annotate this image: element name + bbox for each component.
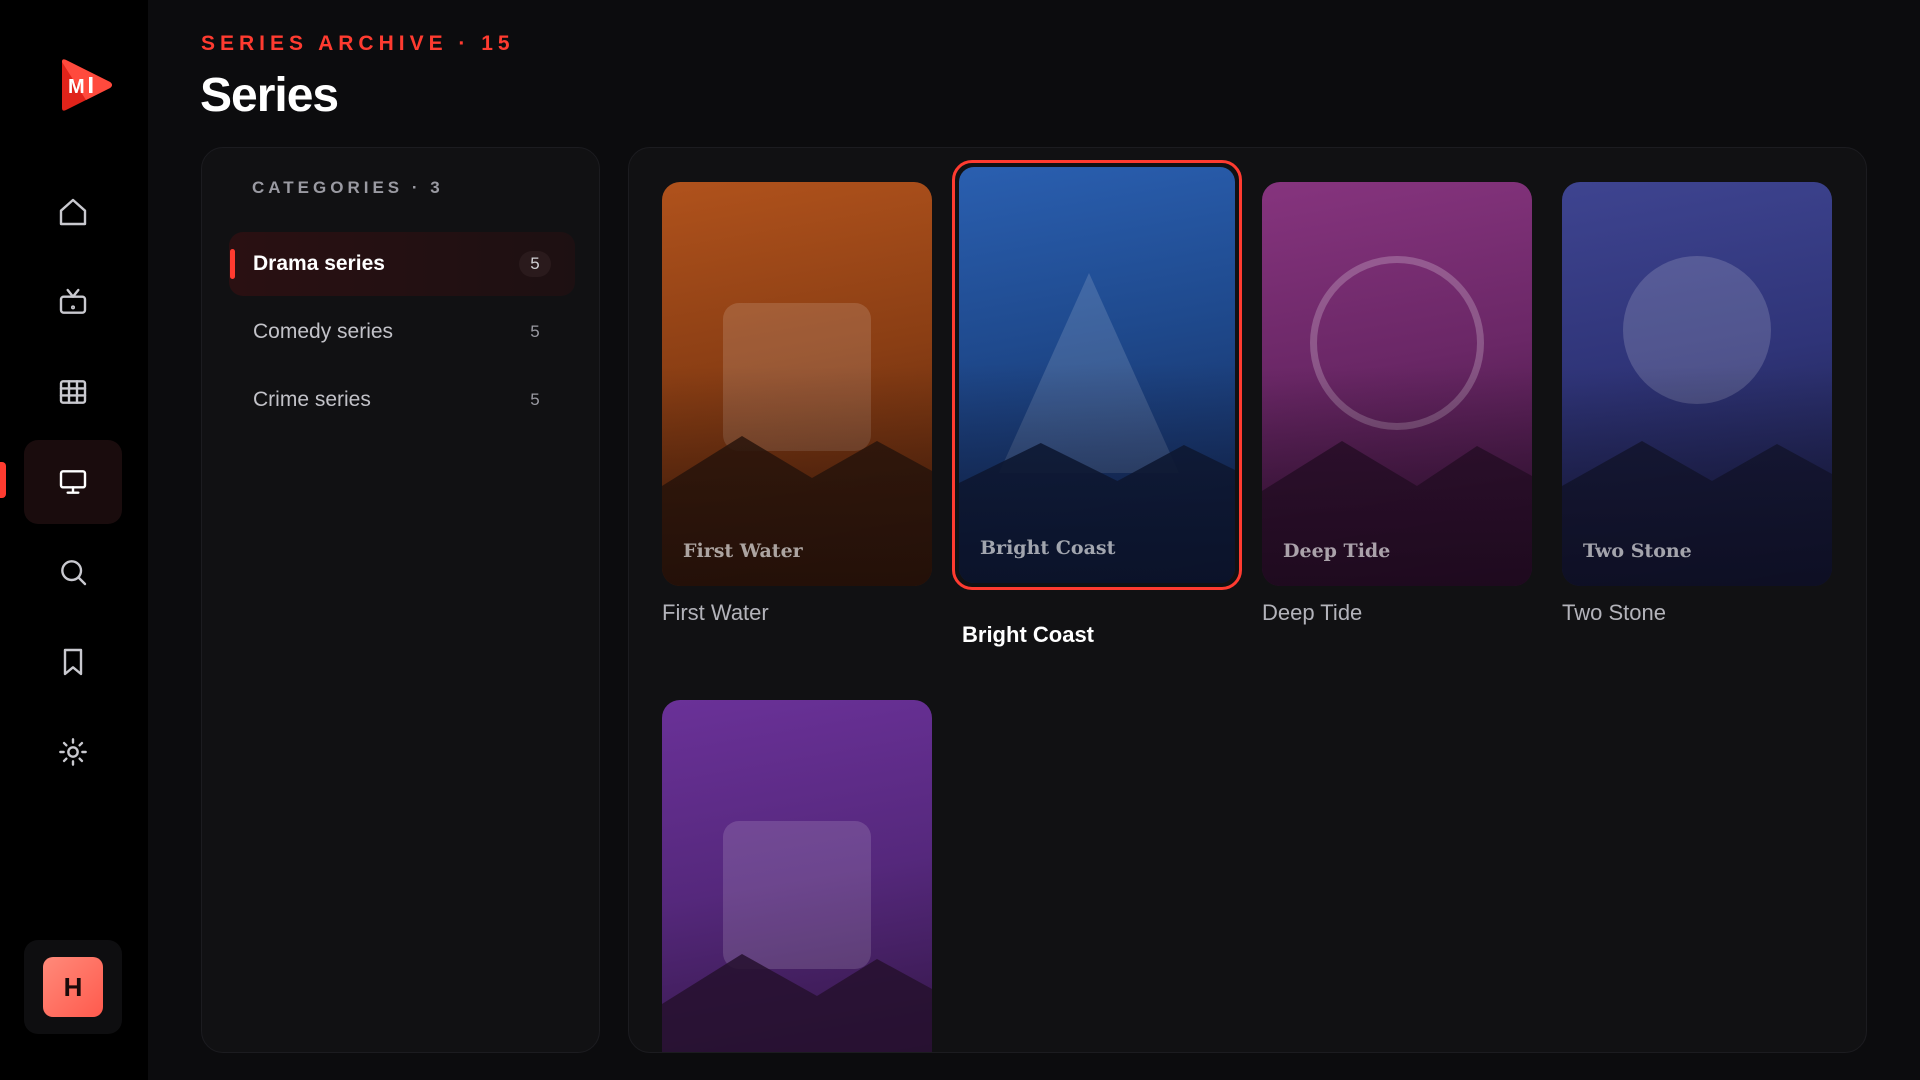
nav-live-tv[interactable] [24, 260, 122, 344]
poster-art-square [723, 821, 871, 969]
tv-icon [59, 288, 87, 314]
series-grid: First Water First Water Bright Coast Bri… [628, 147, 1867, 1053]
category-count: 5 [519, 251, 551, 277]
grid-icon [59, 380, 87, 404]
nav-bookmarks[interactable] [24, 620, 122, 704]
nav-settings[interactable] [24, 710, 122, 794]
category-count: 5 [530, 322, 540, 341]
home-icon [59, 198, 87, 226]
category-label: Crime series [253, 388, 371, 411]
series-card-5[interactable] [662, 700, 932, 1052]
focus-ring: Bright Coast [952, 160, 1242, 590]
poster-mountains [662, 954, 932, 1052]
poster-title: Deep Tide [1283, 540, 1391, 562]
poster-title: Two Stone [1583, 540, 1692, 562]
series-card-two-stone[interactable]: Two Stone Two Stone [1562, 182, 1832, 626]
category-label: Comedy series [253, 320, 394, 343]
settings-icon [59, 738, 87, 766]
category-drama-series[interactable]: Drama series 5 [229, 232, 575, 296]
series-caption: Two Stone [1562, 600, 1666, 625]
poster-title: Bright Coast [980, 537, 1116, 559]
series-caption: Deep Tide [1262, 600, 1363, 625]
series-poster[interactable]: Bright Coast [959, 167, 1235, 583]
series-card-first-water[interactable]: First Water First Water [662, 182, 932, 626]
nav-series[interactable] [24, 440, 122, 524]
nav-active-indicator [0, 462, 6, 498]
avatar: H [43, 957, 103, 1017]
page-title: Series [200, 69, 339, 122]
section-eyebrow: SERIES ARCHIVE · 15 [201, 32, 515, 55]
search-icon [61, 560, 87, 586]
nav-rail: M H [0, 0, 148, 1080]
series-poster[interactable]: Two Stone [1562, 182, 1832, 586]
nav-home[interactable] [24, 170, 122, 254]
bookmark-icon [63, 648, 83, 676]
series-caption: Bright Coast [962, 622, 1094, 647]
series-card-bright-coast[interactable]: Bright Coast Bright Coast [952, 160, 1242, 662]
category-label: Drama series [253, 252, 385, 275]
categories-heading: CATEGORIES · 3 [252, 178, 444, 197]
categories-panel: CATEGORIES · 3 Drama series 5 Comedy ser… [201, 147, 600, 1053]
category-comedy-series[interactable]: Comedy series 5 [229, 300, 575, 364]
poster-title: First Water [683, 540, 803, 562]
category-crime-series[interactable]: Crime series 5 [229, 368, 575, 432]
series-poster[interactable]: Deep Tide [1262, 182, 1532, 586]
svg-text:M: M [68, 76, 85, 98]
monitor-icon [59, 470, 87, 494]
category-count: 5 [530, 390, 540, 409]
profile-button[interactable]: H [24, 940, 122, 1034]
series-caption: First Water [662, 600, 769, 625]
nav-search[interactable] [24, 530, 122, 614]
app-logo[interactable]: M [56, 56, 114, 114]
series-poster[interactable]: First Water [662, 182, 932, 586]
category-active-indicator [230, 249, 235, 279]
nav-guide[interactable] [24, 350, 122, 434]
series-poster[interactable] [662, 700, 932, 1052]
series-card-deep-tide[interactable]: Deep Tide Deep Tide [1262, 182, 1532, 626]
